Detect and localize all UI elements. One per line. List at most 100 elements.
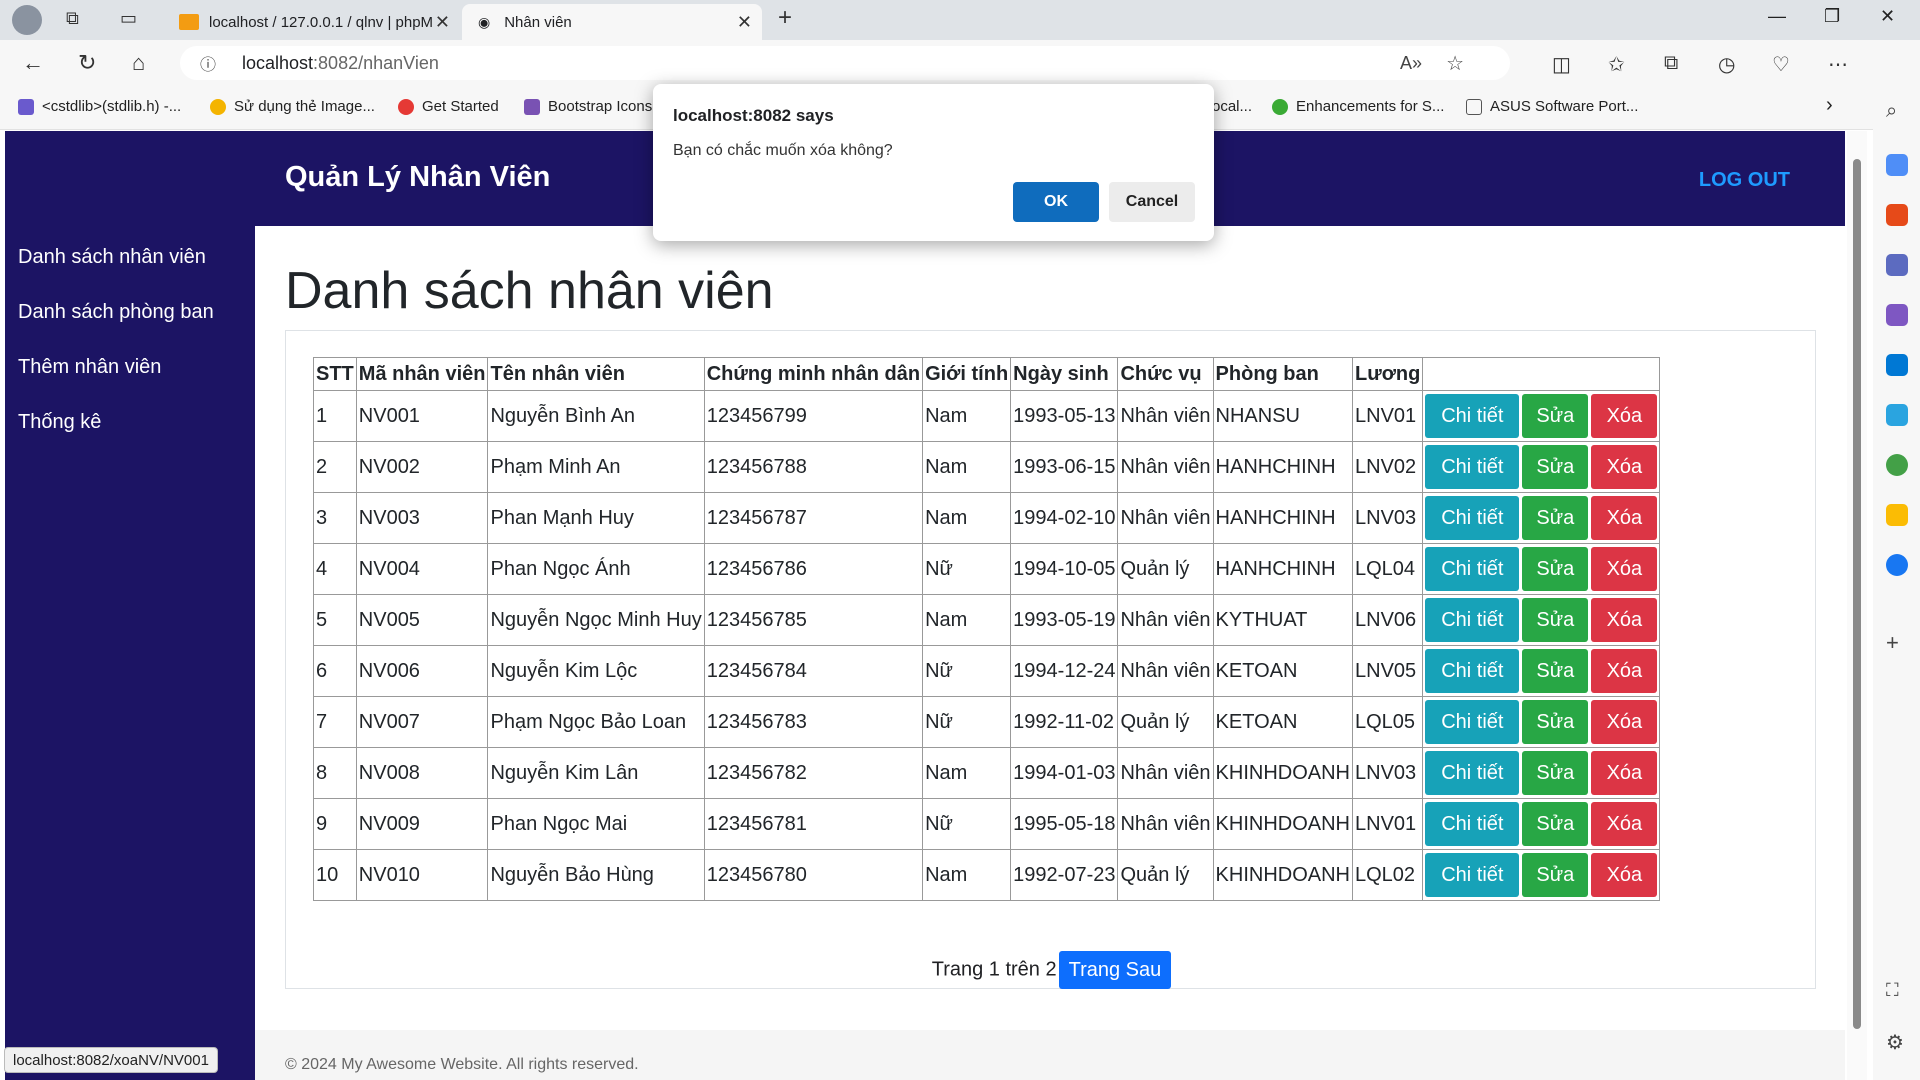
edit-button[interactable]: Sửa (1522, 445, 1589, 489)
shopping-tag-icon[interactable] (1886, 154, 1908, 176)
add-icon[interactable]: + (1886, 630, 1908, 655)
delete-button[interactable]: Xóa (1591, 700, 1658, 744)
next-page-button[interactable]: Trang Sau (1058, 951, 1172, 989)
sidebar-item-employees[interactable]: Danh sách nhân viên (18, 246, 206, 269)
detail-button[interactable]: Chi tiết (1425, 700, 1520, 744)
tab-phpmyadmin[interactable]: localhost / 127.0.0.1 / qlnv | phpM ✕ (165, 4, 460, 40)
bookmark-item[interactable]: ASUS Software Port... (1466, 98, 1638, 115)
bookmarks-overflow-icon[interactable]: › (1826, 94, 1833, 117)
google-drive-icon[interactable] (1886, 504, 1908, 526)
sidebar-item-statistics[interactable]: Thống kê (18, 411, 101, 434)
detail-button[interactable]: Chi tiết (1425, 751, 1520, 795)
collections-icon[interactable]: ⧉ (1664, 52, 1678, 75)
edit-button[interactable]: Sửa (1522, 394, 1589, 438)
new-tab-icon[interactable]: + (778, 4, 792, 32)
close-tab-icon[interactable]: ✕ (737, 12, 752, 33)
outlook-icon[interactable] (1886, 354, 1908, 376)
telegram-icon[interactable] (1886, 404, 1908, 426)
history-icon[interactable]: ◷ (1718, 52, 1735, 77)
settings-gear-icon[interactable]: ⚙ (1886, 1030, 1908, 1054)
minimize-icon[interactable]: — (1768, 6, 1786, 27)
search-icon[interactable]: ⌕ (1886, 100, 1908, 122)
table-cell: 1995-05-18 (1010, 798, 1119, 850)
scrollbar-thumb[interactable] (1853, 159, 1861, 1029)
bookmark-item[interactable]: Bootstrap Icons (524, 98, 652, 115)
dialog-ok-button[interactable]: OK (1013, 182, 1099, 222)
delete-button[interactable]: Xóa (1591, 496, 1658, 540)
delete-button[interactable]: Xóa (1591, 751, 1658, 795)
delete-button[interactable]: Xóa (1591, 598, 1658, 642)
delete-button[interactable]: Xóa (1591, 853, 1658, 897)
split-screen-icon[interactable]: ◫ (1552, 52, 1571, 77)
tab-nhan-vien[interactable]: ◉ Nhân viên ✕ (462, 4, 762, 40)
edit-button[interactable]: Sửa (1522, 598, 1589, 642)
detail-button[interactable]: Chi tiết (1425, 496, 1520, 540)
detail-button[interactable]: Chi tiết (1425, 598, 1520, 642)
bookmark-item[interactable]: Get Started (398, 98, 499, 115)
tab-actions-icon[interactable]: ▭ (120, 8, 137, 29)
detail-button[interactable]: Chi tiết (1425, 802, 1520, 846)
tree-icon[interactable] (1886, 454, 1908, 476)
app-sidebar: Danh sách nhân viên Danh sách phòng ban … (5, 226, 255, 1080)
table-cell: HANHCHINH (1212, 543, 1354, 595)
detail-button[interactable]: Chi tiết (1425, 547, 1520, 591)
delete-button[interactable]: Xóa (1591, 394, 1658, 438)
favorites-icon[interactable]: ✩ (1608, 52, 1625, 77)
table-cell: LNV01 (1351, 390, 1424, 442)
maximize-icon[interactable]: ❐ (1824, 6, 1840, 27)
detail-button[interactable]: Chi tiết (1425, 394, 1520, 438)
delete-button[interactable]: Xóa (1591, 802, 1658, 846)
logout-link[interactable]: LOG OUT (1699, 169, 1790, 192)
favorite-star-icon[interactable]: ☆ (1446, 51, 1464, 76)
edit-button[interactable]: Sửa (1522, 751, 1589, 795)
dialog-cancel-button[interactable]: Cancel (1109, 182, 1195, 222)
edit-button[interactable]: Sửa (1522, 496, 1589, 540)
games-icon[interactable] (1886, 254, 1908, 276)
page-title: Danh sách nhân viên (285, 262, 774, 320)
close-tab-icon[interactable]: ✕ (435, 12, 450, 33)
page-scrollbar[interactable] (1847, 131, 1867, 1080)
table-cell: 9 (313, 798, 357, 850)
edit-button[interactable]: Sửa (1522, 802, 1589, 846)
delete-button[interactable]: Xóa (1591, 445, 1658, 489)
bookmark-item[interactable]: <cstdlib>(stdlib.h) -... (18, 98, 181, 115)
url-text[interactable]: localhost:8082/nhanVien (242, 53, 439, 74)
table-cell: NV005 (355, 594, 489, 646)
detail-button[interactable]: Chi tiết (1425, 445, 1520, 489)
address-bar[interactable]: ⓘ localhost:8082/nhanVien A» ☆ (180, 46, 1510, 80)
table-cell: 123456781 (703, 798, 924, 850)
sidebar-item-add-employee[interactable]: Thêm nhân viên (18, 356, 161, 379)
close-window-icon[interactable]: ✕ (1880, 6, 1895, 27)
table-cell: Nữ (922, 696, 1012, 748)
microsoft365-icon[interactable] (1886, 304, 1908, 326)
more-options-icon[interactable]: ⋯ (1828, 52, 1848, 77)
column-header: Chứng minh nhân dân (703, 357, 924, 391)
site-info-icon[interactable]: ⓘ (200, 51, 216, 75)
screenshot-icon[interactable]: ⛶ (1886, 980, 1908, 1002)
workspaces-icon[interactable]: ⧉ (66, 8, 79, 29)
home-icon[interactable]: ⌂ (132, 50, 145, 76)
profile-avatar[interactable] (12, 5, 42, 35)
tools-icon[interactable] (1886, 204, 1908, 226)
refresh-icon[interactable]: ↻ (78, 50, 96, 76)
bookmark-item[interactable]: Sử dụng thẻ Image... (210, 98, 375, 115)
back-icon[interactable]: ← (22, 50, 44, 76)
facebook-icon[interactable] (1886, 554, 1908, 576)
edit-button[interactable]: Sửa (1522, 649, 1589, 693)
app-brand[interactable]: Quản Lý Nhân Viên (285, 161, 550, 194)
detail-button[interactable]: Chi tiết (1425, 853, 1520, 897)
table-cell: 123456785 (703, 594, 924, 646)
delete-button[interactable]: Xóa (1591, 649, 1658, 693)
delete-button[interactable]: Xóa (1591, 547, 1658, 591)
bookmark-item[interactable]: Enhancements for S... (1272, 98, 1444, 115)
table-cell: LNV06 (1351, 594, 1424, 646)
bookmark-item[interactable]: ocal... (1212, 98, 1252, 115)
edit-button[interactable]: Sửa (1522, 547, 1589, 591)
sidebar-item-departments[interactable]: Danh sách phòng ban (18, 301, 214, 324)
read-aloud-icon[interactable]: A» (1400, 53, 1422, 74)
edit-button[interactable]: Sửa (1522, 700, 1589, 744)
browser-essentials-icon[interactable]: ♡ (1772, 52, 1790, 77)
employee-card: STT Mã nhân viên Tên nhân viên Chứng minh n… (285, 330, 1816, 989)
edit-button[interactable]: Sửa (1522, 853, 1589, 897)
detail-button[interactable]: Chi tiết (1425, 649, 1520, 693)
